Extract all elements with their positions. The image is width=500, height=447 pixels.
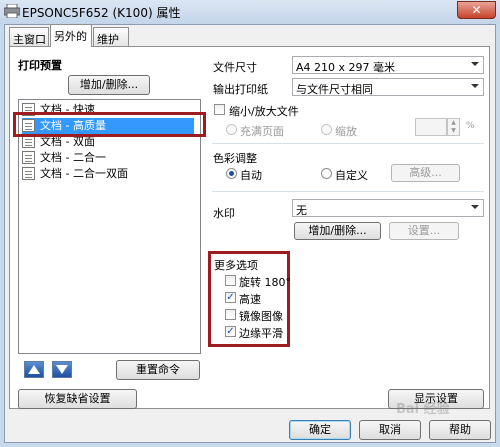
preset-heading: 打印预置 — [18, 59, 62, 72]
color-custom-radio[interactable] — [321, 168, 332, 179]
cancel-button[interactable]: 取消 — [359, 420, 421, 440]
edge-smoothing-checkbox[interactable]: ✓ — [225, 326, 236, 337]
reduce-enlarge-checkbox[interactable] — [214, 104, 225, 115]
divider — [212, 191, 484, 192]
document-size-select[interactable]: A4 210 x 297 毫米 — [292, 56, 484, 74]
high-speed-label: 高速 — [239, 293, 261, 306]
zoom-radio[interactable] — [321, 124, 332, 135]
percent-label: % — [466, 121, 475, 131]
high-speed-checkbox[interactable]: ✓ — [225, 292, 236, 303]
restore-defaults-button[interactable]: 恢复缺省设置 — [18, 389, 137, 409]
color-auto-radio[interactable] — [226, 168, 237, 179]
color-custom-label: 自定义 — [335, 169, 368, 182]
watermark-select[interactable]: 无 — [292, 199, 484, 217]
dropdown-arrow-icon — [471, 62, 479, 66]
document-icon — [22, 151, 35, 164]
output-paper-select[interactable]: 与文件尺寸相同 — [292, 78, 484, 96]
tab-maintenance[interactable]: 维护 — [93, 27, 129, 47]
color-auto-label: 自动 — [240, 169, 262, 182]
ok-button[interactable]: 确定 — [289, 420, 351, 440]
help-button[interactable]: 帮助 — [429, 420, 491, 440]
list-item[interactable]: 文档 - 二合一双面 — [22, 166, 194, 182]
arrow-down-icon — [56, 365, 68, 374]
reduce-enlarge-label: 缩小/放大文件 — [229, 105, 299, 118]
watermark-add-delete-button[interactable]: 增加/删除... — [294, 222, 381, 240]
watermark-overlay: Bai 经验 — [396, 402, 450, 417]
rotate-180-label: 旋转 180° — [239, 276, 291, 289]
close-button[interactable]: ✕ — [457, 1, 496, 19]
more-options-heading: 更多选项 — [214, 259, 258, 272]
watermark-label: 水印 — [213, 207, 235, 220]
list-item[interactable]: 文档 - 二合一 — [22, 150, 194, 166]
output-paper-label: 输出打印纸 — [213, 83, 268, 96]
dropdown-arrow-icon — [471, 84, 479, 88]
zoom-label: 缩放 — [335, 125, 357, 138]
mirror-image-checkbox[interactable] — [225, 309, 236, 320]
arrow-up-icon — [28, 365, 40, 374]
fit-page-radio[interactable] — [226, 124, 237, 135]
tab-more-options[interactable]: 另外的 — [50, 24, 92, 47]
printer-icon — [3, 3, 21, 19]
preset-add-delete-button[interactable]: 增加/删除... — [68, 75, 150, 95]
zoom-stepper[interactable]: ▲ ▼ — [447, 118, 460, 136]
mirror-image-label: 镜像图像 — [239, 310, 283, 323]
color-adjust-heading: 色彩调整 — [213, 152, 257, 165]
dropdown-arrow-icon — [471, 205, 479, 209]
move-down-button[interactable] — [52, 361, 72, 378]
watermark-settings-button[interactable]: 设置... — [389, 222, 459, 240]
edge-smoothing-label: 边缘平滑 — [239, 327, 283, 340]
tab-main[interactable]: 主窗口 — [9, 27, 49, 47]
color-advanced-button[interactable]: 高级... — [391, 164, 460, 182]
document-icon — [22, 167, 35, 180]
annotation-highlight-box — [13, 112, 206, 137]
reset-command-button[interactable]: 重置命令 — [116, 360, 200, 380]
document-size-label: 文件尺寸 — [213, 61, 257, 74]
rotate-180-checkbox[interactable] — [225, 275, 236, 286]
zoom-value-input[interactable] — [415, 118, 447, 136]
divider — [212, 143, 484, 144]
fit-page-label: 充满页面 — [240, 125, 284, 138]
window-title: EPSONC5F652 (K100) 属性 — [22, 6, 181, 20]
move-up-button[interactable] — [24, 361, 44, 378]
